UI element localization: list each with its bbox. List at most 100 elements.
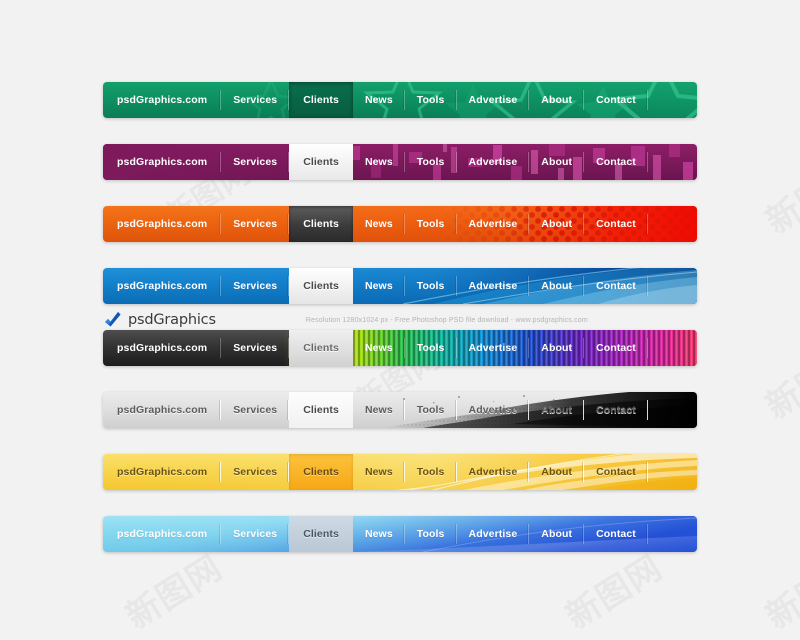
menu-label: Services — [233, 342, 278, 354]
navbar-gray-grunge[interactable]: psdGraphics.com Services Clients News To… — [103, 392, 697, 428]
menu-label: Clients — [303, 156, 339, 168]
menu-label: psdGraphics.com — [117, 280, 208, 292]
menu-item-about[interactable]: About — [529, 454, 584, 490]
menu-item-tools[interactable]: Tools — [405, 454, 457, 490]
menu-item-news[interactable]: News — [353, 206, 405, 242]
menu-label: Contact — [596, 528, 636, 540]
menu-item-news[interactable]: News — [353, 268, 405, 304]
menu-item-about[interactable]: About — [529, 206, 584, 242]
navbar-yellow-silk[interactable]: psdGraphics.com Services Clients News To… — [103, 454, 697, 490]
menu-item-clients-active[interactable]: Clients — [289, 392, 353, 428]
menu-item-advertise[interactable]: Advertise — [457, 82, 530, 118]
menu-item-brand[interactable]: psdGraphics.com — [103, 392, 222, 428]
menu-item-contact[interactable]: Contact — [584, 206, 648, 242]
menu-item-advertise[interactable]: Advertise — [457, 454, 530, 490]
menu-label: About — [541, 404, 573, 416]
menu-item-contact[interactable]: Contact — [584, 82, 648, 118]
menu-item-clients-active[interactable]: Clients — [289, 454, 353, 490]
navbar-menu[interactable]: psdGraphics.com Services Clients News To… — [103, 516, 648, 552]
navbar-menu[interactable]: psdGraphics.com Services Clients News To… — [103, 454, 648, 490]
watermark-text: 新图网 — [555, 541, 670, 638]
menu-item-contact[interactable]: Contact — [584, 268, 648, 304]
menu-item-advertise[interactable]: Advertise — [457, 392, 530, 428]
menu-item-about[interactable]: About — [529, 392, 584, 428]
menu-item-services[interactable]: Services — [221, 516, 290, 552]
menu-item-brand[interactable]: psdGraphics.com — [103, 516, 222, 552]
menu-item-about[interactable]: About — [529, 330, 584, 366]
menu-item-news[interactable]: News — [353, 144, 405, 180]
navbar-purple-squares[interactable]: psdGraphics.com Services Clients News To… — [103, 144, 697, 180]
menu-label: Clients — [303, 94, 339, 106]
menu-item-clients-active[interactable]: Clients — [289, 268, 353, 304]
navbar-light-blue[interactable]: psdGraphics.com Services Clients News To… — [103, 516, 697, 552]
menu-item-advertise[interactable]: Advertise — [457, 516, 530, 552]
menu-item-clients-active[interactable]: Clients — [289, 330, 353, 366]
menu-label: Contact — [596, 218, 636, 230]
menu-item-brand[interactable]: psdGraphics.com — [103, 330, 222, 366]
menu-item-news[interactable]: News — [353, 82, 405, 118]
navbar-menu[interactable]: psdGraphics.com Services Clients News To… — [103, 392, 648, 428]
menu-label: Tools — [416, 280, 445, 292]
menu-label: Clients — [303, 528, 339, 540]
navbar-menu[interactable]: psdGraphics.com Services Clients News To… — [103, 206, 648, 242]
menu-label: News — [364, 218, 393, 230]
menu-item-brand[interactable]: psdGraphics.com — [103, 144, 222, 180]
menu-item-about[interactable]: About — [529, 268, 584, 304]
menu-label: psdGraphics.com — [117, 156, 208, 168]
menu-label: News — [364, 94, 393, 106]
menu-item-tools[interactable]: Tools — [405, 144, 457, 180]
menu-item-clients-active[interactable]: Clients — [289, 82, 353, 118]
navbar-menu[interactable]: psdGraphics.com Services Clients News To… — [103, 82, 648, 118]
menu-item-about[interactable]: About — [529, 82, 584, 118]
menu-item-tools[interactable]: Tools — [405, 206, 457, 242]
menu-item-services[interactable]: Services — [221, 82, 290, 118]
menu-item-clients-active[interactable]: Clients — [289, 206, 353, 242]
menu-item-about[interactable]: About — [529, 516, 584, 552]
navbar-dark-rainbow[interactable]: psdGraphics.com Services Clients News To… — [103, 330, 697, 366]
menu-item-contact[interactable]: Contact — [584, 144, 648, 180]
menu-item-services[interactable]: Services — [221, 392, 290, 428]
menu-item-advertise[interactable]: Advertise — [457, 144, 530, 180]
navbar-green-stars[interactable]: psdGraphics.com Services Clients News To… — [103, 82, 697, 118]
checkmark-swoosh-icon — [103, 311, 123, 329]
menu-label: Services — [233, 404, 278, 416]
menu-label: About — [541, 342, 573, 354]
menu-item-contact[interactable]: Contact — [584, 454, 648, 490]
menu-item-brand[interactable]: psdGraphics.com — [103, 82, 222, 118]
menu-item-clients-active[interactable]: Clients — [289, 516, 353, 552]
menu-item-services[interactable]: Services — [221, 144, 290, 180]
menu-item-tools[interactable]: Tools — [405, 392, 457, 428]
menu-item-services[interactable]: Services — [221, 330, 290, 366]
menu-item-services[interactable]: Services — [221, 206, 290, 242]
navbar-blue-swoosh[interactable]: psdGraphics.com Services Clients News To… — [103, 268, 697, 304]
menu-item-news[interactable]: News — [353, 454, 405, 490]
menu-item-news[interactable]: News — [353, 392, 405, 428]
menu-item-brand[interactable]: psdGraphics.com — [103, 268, 222, 304]
menu-label: Services — [233, 528, 278, 540]
menu-item-advertise[interactable]: Advertise — [457, 268, 530, 304]
menu-item-tools[interactable]: Tools — [405, 516, 457, 552]
menu-item-brand[interactable]: psdGraphics.com — [103, 206, 222, 242]
navbar-menu[interactable]: psdGraphics.com Services Clients News To… — [103, 144, 648, 180]
menu-label: psdGraphics.com — [117, 528, 208, 540]
menu-item-news[interactable]: News — [353, 330, 405, 366]
menu-item-contact[interactable]: Contact — [584, 516, 648, 552]
menu-item-services[interactable]: Services — [221, 454, 290, 490]
menu-item-tools[interactable]: Tools — [405, 82, 457, 118]
menu-item-contact[interactable]: Contact — [584, 392, 648, 428]
menu-item-advertise[interactable]: Advertise — [457, 206, 530, 242]
navbar-menu[interactable]: psdGraphics.com Services Clients News To… — [103, 268, 648, 304]
menu-item-services[interactable]: Services — [221, 268, 290, 304]
menu-item-tools[interactable]: Tools — [405, 268, 457, 304]
menu-item-contact[interactable]: Contact — [584, 330, 648, 366]
menu-item-news[interactable]: News — [353, 516, 405, 552]
menu-item-tools[interactable]: Tools — [405, 330, 457, 366]
menu-label: Services — [233, 218, 278, 230]
navbar-menu[interactable]: psdGraphics.com Services Clients News To… — [103, 330, 648, 366]
menu-item-clients-active[interactable]: Clients — [289, 144, 353, 180]
menu-item-advertise[interactable]: Advertise — [457, 330, 530, 366]
menu-label: Services — [233, 466, 278, 478]
navbar-orange-halftone[interactable]: psdGraphics.com Services Clients News To… — [103, 206, 697, 242]
menu-item-about[interactable]: About — [529, 144, 584, 180]
menu-item-brand[interactable]: psdGraphics.com — [103, 454, 222, 490]
